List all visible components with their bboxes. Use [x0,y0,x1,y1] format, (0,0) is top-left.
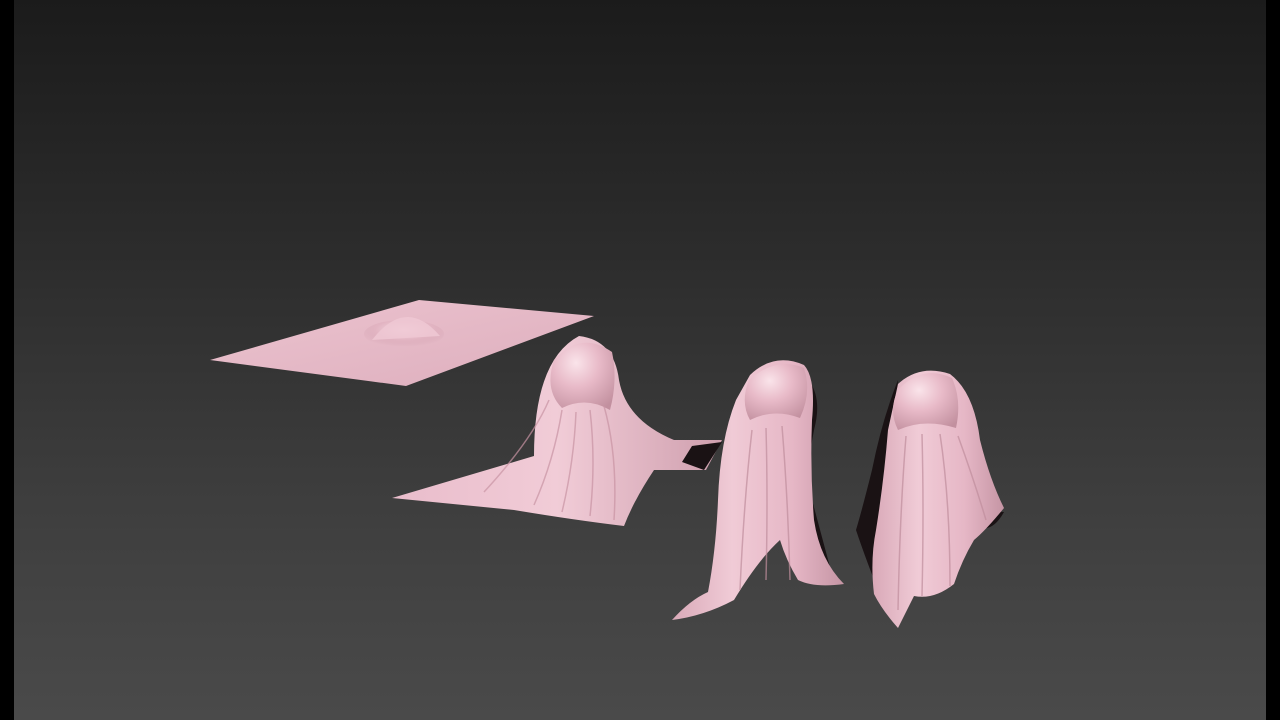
hanging-cloth-ghost-2[interactable] [856,370,1004,628]
cloth-scene [210,300,1004,628]
flat-cloth-plane[interactable] [210,300,594,386]
hanging-cloth-ghost-1[interactable] [672,360,844,620]
3d-viewport[interactable] [14,0,1266,720]
video-frame [0,0,1280,720]
